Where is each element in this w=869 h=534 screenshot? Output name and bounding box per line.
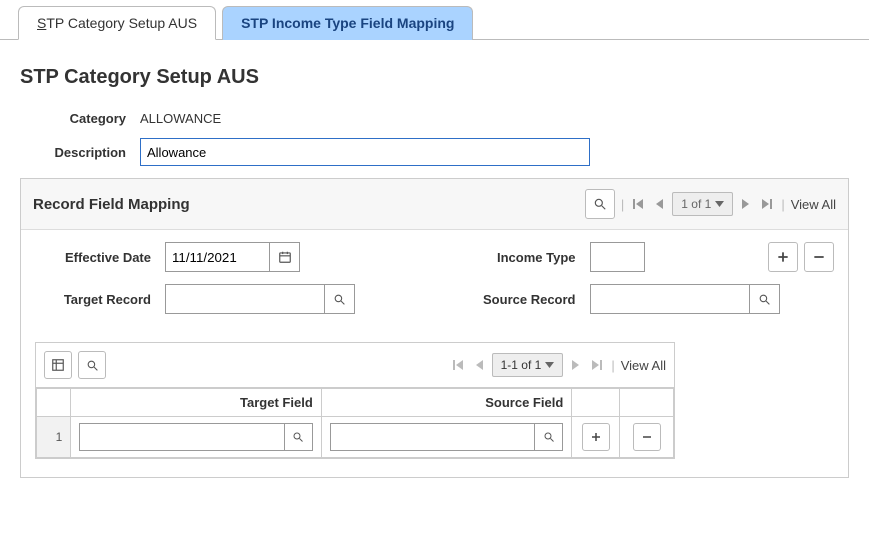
target-record-label: Target Record bbox=[35, 292, 165, 307]
add-row-button[interactable] bbox=[768, 242, 798, 272]
separator: | bbox=[781, 197, 784, 212]
tab-accelerator: S bbox=[37, 15, 46, 31]
search-icon bbox=[543, 431, 555, 443]
effective-date-input[interactable] bbox=[165, 242, 270, 272]
calendar-button[interactable] bbox=[270, 242, 300, 272]
find-button[interactable] bbox=[585, 189, 615, 219]
chevron-down-icon bbox=[715, 201, 724, 207]
separator: | bbox=[611, 358, 614, 373]
tab-label: STP Income Type Field Mapping bbox=[241, 15, 454, 31]
income-type-label: Income Type bbox=[460, 250, 590, 265]
next-button[interactable] bbox=[739, 198, 753, 210]
grid-first-button[interactable] bbox=[450, 359, 466, 371]
counter-text: 1 of 1 bbox=[681, 197, 711, 211]
tab-income-type-mapping[interactable]: STP Income Type Field Mapping bbox=[222, 6, 473, 40]
tab-category-setup[interactable]: STP Category Setup AUS bbox=[18, 6, 216, 40]
search-icon bbox=[292, 431, 304, 443]
tab-strip: STP Category Setup AUS STP Income Type F… bbox=[0, 0, 869, 40]
search-icon bbox=[593, 197, 607, 211]
source-field-input[interactable] bbox=[330, 423, 536, 451]
grid-customize-icon bbox=[51, 358, 65, 372]
description-input[interactable] bbox=[140, 138, 590, 166]
page-title: STP Category Setup AUS bbox=[20, 66, 849, 89]
table-row: 1 bbox=[37, 417, 674, 458]
prev-icon bbox=[474, 359, 484, 371]
next-icon bbox=[741, 198, 751, 210]
grid-find-button[interactable] bbox=[78, 351, 106, 379]
prev-button[interactable] bbox=[652, 198, 666, 210]
view-all-link[interactable]: View All bbox=[791, 197, 836, 212]
source-field-lookup-button[interactable] bbox=[535, 423, 563, 451]
minus-icon bbox=[641, 431, 653, 443]
last-icon bbox=[761, 198, 773, 210]
add-header bbox=[572, 389, 620, 417]
search-icon bbox=[86, 359, 99, 372]
group-title: Record Field Mapping bbox=[33, 196, 190, 213]
category-value: ALLOWANCE bbox=[140, 111, 221, 126]
target-field-header[interactable]: Target Field bbox=[71, 389, 322, 417]
grid-next-button[interactable] bbox=[569, 359, 583, 371]
source-record-label: Source Record bbox=[460, 292, 590, 307]
income-type-input[interactable] bbox=[590, 242, 645, 272]
effective-date-label: Effective Date bbox=[35, 250, 165, 265]
grid-header-row: Target Field Source Field bbox=[37, 389, 674, 417]
first-icon bbox=[632, 198, 644, 210]
target-field-input[interactable] bbox=[79, 423, 285, 451]
tab-label-rest: TP Category Setup AUS bbox=[46, 15, 197, 31]
delete-header bbox=[620, 389, 674, 417]
grid-prev-button[interactable] bbox=[472, 359, 486, 371]
category-label: Category bbox=[20, 111, 140, 126]
first-icon bbox=[452, 359, 464, 371]
source-record-lookup-button[interactable] bbox=[750, 284, 780, 314]
minus-icon bbox=[812, 250, 826, 264]
counter-text: 1-1 of 1 bbox=[501, 358, 542, 372]
rownum-header bbox=[37, 389, 71, 417]
chevron-down-icon bbox=[545, 362, 554, 368]
scroll-nav: | 1 of 1 bbox=[585, 189, 836, 219]
grid-view-all-link[interactable]: View All bbox=[621, 358, 666, 373]
field-mapping-grid: 1-1 of 1 | View All bbox=[35, 342, 675, 459]
search-icon bbox=[333, 293, 346, 306]
description-label: Description bbox=[20, 145, 140, 160]
delete-row-button[interactable] bbox=[804, 242, 834, 272]
row-counter[interactable]: 1 of 1 bbox=[672, 192, 733, 216]
first-button[interactable] bbox=[630, 198, 646, 210]
prev-icon bbox=[654, 198, 664, 210]
last-button[interactable] bbox=[759, 198, 775, 210]
separator: | bbox=[621, 197, 624, 212]
grid-counter[interactable]: 1-1 of 1 bbox=[492, 353, 564, 377]
source-field-header[interactable]: Source Field bbox=[321, 389, 572, 417]
grid-add-row-button[interactable] bbox=[582, 423, 610, 451]
source-record-input[interactable] bbox=[590, 284, 750, 314]
last-icon bbox=[591, 359, 603, 371]
record-field-mapping-group: Record Field Mapping | 1 of 1 bbox=[20, 178, 849, 478]
target-record-lookup-button[interactable] bbox=[325, 284, 355, 314]
target-field-lookup-button[interactable] bbox=[285, 423, 313, 451]
next-icon bbox=[571, 359, 581, 371]
plus-icon bbox=[776, 250, 790, 264]
plus-icon bbox=[590, 431, 602, 443]
grid-delete-row-button[interactable] bbox=[633, 423, 661, 451]
calendar-icon bbox=[278, 250, 292, 264]
target-record-input[interactable] bbox=[165, 284, 325, 314]
search-icon bbox=[758, 293, 771, 306]
grid-last-button[interactable] bbox=[589, 359, 605, 371]
row-number: 1 bbox=[37, 417, 71, 458]
personalize-button[interactable] bbox=[44, 351, 72, 379]
